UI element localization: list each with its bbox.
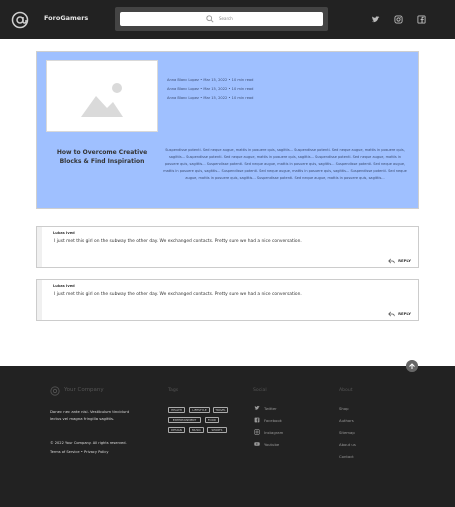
twitter-icon[interactable] — [371, 15, 380, 24]
search-placeholder: Search — [219, 16, 233, 21]
search-bar: Search — [115, 7, 328, 31]
facebook-icon[interactable] — [254, 417, 260, 423]
about-link-shop[interactable]: Shop — [339, 406, 349, 411]
social-link-instagram[interactable]: Instagram — [264, 430, 283, 435]
tag-chip[interactable]: TRAVEL — [213, 407, 228, 413]
post-excerpt: Suspendisse potenti. Sed neque augue, ma… — [163, 148, 407, 180]
site-footer: Your Company Donec nec ante nisi. Vestib… — [0, 360, 455, 507]
post-meta: Anna Blanc Lopez • Mar 15, 2022 • 10 min… — [167, 87, 254, 91]
comment-avatar-placeholder — [37, 280, 42, 320]
reply-icon[interactable] — [388, 258, 395, 264]
about-link-contact[interactable]: Contact — [339, 454, 354, 459]
footer-legal-links[interactable]: Terms of Service • Privacy Policy — [50, 450, 109, 454]
image-placeholder-icon — [81, 83, 123, 117]
comment-author: Lukas Ived — [53, 284, 75, 288]
post-title[interactable]: How to Overcome Creative Blocks & Find I… — [46, 148, 158, 166]
instagram-icon[interactable] — [394, 15, 403, 24]
twitter-icon[interactable] — [254, 405, 260, 411]
comment-avatar-placeholder — [37, 227, 42, 267]
instagram-icon[interactable] — [254, 429, 260, 435]
site-brand[interactable]: ForoGamers — [44, 14, 88, 22]
tag-chip[interactable]: HEALTH — [168, 407, 185, 413]
scroll-to-top-icon[interactable] — [406, 360, 418, 372]
comment-card: Lukas Ived I just met this girl on the s… — [36, 226, 419, 268]
footer-logo-icon — [50, 386, 60, 396]
tag-chip[interactable]: DESIGN — [168, 427, 185, 433]
about-link-about-us[interactable]: About us — [339, 442, 356, 447]
social-link-twitter[interactable]: Twitter — [264, 406, 277, 411]
social-heading: Social — [253, 388, 267, 393]
tag-chip[interactable]: LIFESTYLE — [189, 407, 210, 413]
comment-card: Lukas Ived I just met this girl on the s… — [36, 279, 419, 321]
at-sign-logo-icon[interactable] — [11, 11, 29, 29]
social-link-youtube[interactable]: Youtube — [264, 442, 279, 447]
comment-text: I just met this girl on the subway the o… — [54, 239, 302, 244]
about-heading: About — [339, 388, 353, 393]
footer-description: Donec nec ante nisi. Vestibulum tincidun… — [50, 409, 130, 421]
tag-chip[interactable]: FOOD — [205, 417, 219, 423]
comment-author: Lukas Ived — [53, 231, 75, 235]
post-meta: Anna Blanc Lopez • Mar 15, 2022 • 10 min… — [167, 96, 254, 100]
comment-text: I just met this girl on the subway the o… — [54, 292, 302, 297]
post-card[interactable]: How to Overcome Creative Blocks & Find I… — [36, 51, 419, 209]
footer-copyright: © 2022 Your Company. All rights reserved… — [50, 441, 127, 445]
footer-brand: Your Company — [64, 387, 104, 393]
reply-button[interactable]: REPLY — [398, 311, 411, 316]
reply-icon[interactable] — [388, 311, 395, 317]
tag-chip[interactable]: SPORTS — [207, 427, 227, 433]
search-input[interactable]: Search — [120, 12, 323, 26]
tags-heading: Tags — [168, 388, 179, 393]
social-link-facebook[interactable]: Facebook — [264, 418, 282, 423]
youtube-icon[interactable] — [254, 441, 260, 447]
reply-button[interactable]: REPLY — [398, 258, 411, 263]
search-icon — [206, 15, 214, 23]
facebook-icon[interactable] — [417, 15, 426, 24]
about-link-sitemap[interactable]: Sitemap — [339, 430, 355, 435]
about-link-authors[interactable]: Authors — [339, 418, 354, 423]
tag-chip[interactable]: MUSIC — [189, 427, 204, 433]
post-thumbnail[interactable] — [46, 60, 158, 132]
post-meta: Anna Blanc Lopez • Mar 15, 2022 • 10 min… — [167, 78, 254, 82]
tag-chip[interactable]: ENTERTAINMENT — [168, 417, 201, 423]
top-navbar: ForoGamers Search — [0, 0, 455, 39]
